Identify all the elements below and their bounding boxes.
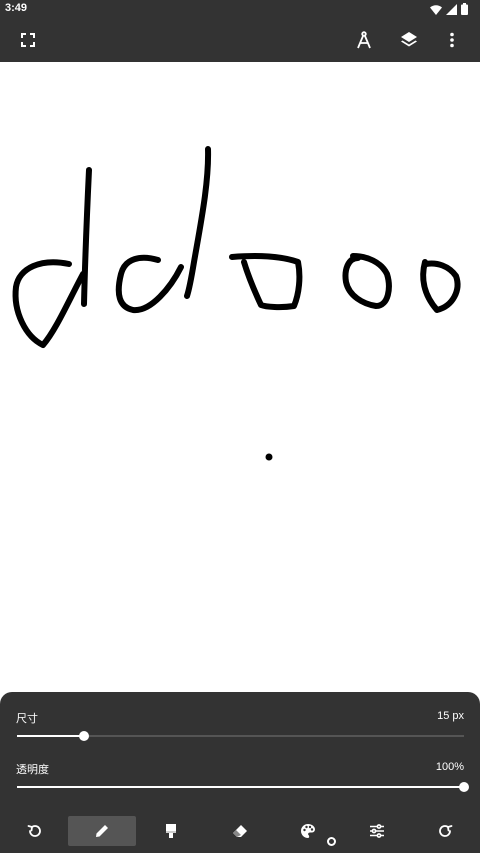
signal-icon bbox=[446, 3, 457, 15]
opacity-slider-thumb[interactable] bbox=[459, 782, 469, 792]
undo-button[interactable] bbox=[0, 816, 68, 846]
system-icons bbox=[430, 3, 468, 15]
size-slider-fill bbox=[17, 735, 85, 737]
eraser-tool-button[interactable] bbox=[206, 816, 274, 846]
redo-button[interactable] bbox=[412, 816, 480, 846]
sliders-icon bbox=[370, 824, 384, 838]
size-label: 尺寸 bbox=[16, 713, 38, 725]
eraser-icon bbox=[233, 825, 247, 837]
drawing-canvas[interactable] bbox=[1, 62, 479, 702]
current-color-indicator bbox=[327, 837, 336, 846]
redo-icon bbox=[439, 825, 453, 837]
pencil-icon bbox=[96, 825, 108, 837]
drawing-strokes bbox=[12, 146, 461, 461]
more-options-button[interactable] bbox=[438, 26, 466, 54]
opacity-slider[interactable] bbox=[17, 782, 469, 792]
status-time: 3:49 bbox=[5, 2, 28, 14]
top-toolbar bbox=[0, 18, 480, 62]
palette-icon bbox=[301, 824, 315, 838]
undo-icon bbox=[27, 825, 41, 837]
opacity-label: 透明度 bbox=[16, 764, 49, 776]
brush-tool-button[interactable] bbox=[137, 816, 205, 846]
size-value: 15 px bbox=[437, 710, 464, 722]
status-bar: 3:49 bbox=[0, 0, 480, 18]
pencil-tool-button[interactable] bbox=[68, 816, 136, 846]
compass-button[interactable] bbox=[350, 26, 378, 54]
layers-icon bbox=[401, 32, 417, 47]
fullscreen-icon bbox=[21, 33, 35, 47]
battery-icon bbox=[461, 3, 468, 15]
brush-icon bbox=[166, 824, 176, 838]
size-slider[interactable] bbox=[17, 731, 464, 741]
fullscreen-button[interactable] bbox=[14, 26, 42, 54]
opacity-value: 100% bbox=[435, 761, 464, 773]
wifi-icon bbox=[430, 4, 442, 15]
more-vert-icon bbox=[450, 32, 454, 48]
compass-icon bbox=[357, 31, 371, 49]
layers-button[interactable] bbox=[395, 26, 423, 54]
opacity-slider-fill bbox=[17, 786, 464, 788]
size-slider-thumb[interactable] bbox=[79, 731, 90, 741]
adjust-tool-button[interactable] bbox=[343, 816, 411, 846]
